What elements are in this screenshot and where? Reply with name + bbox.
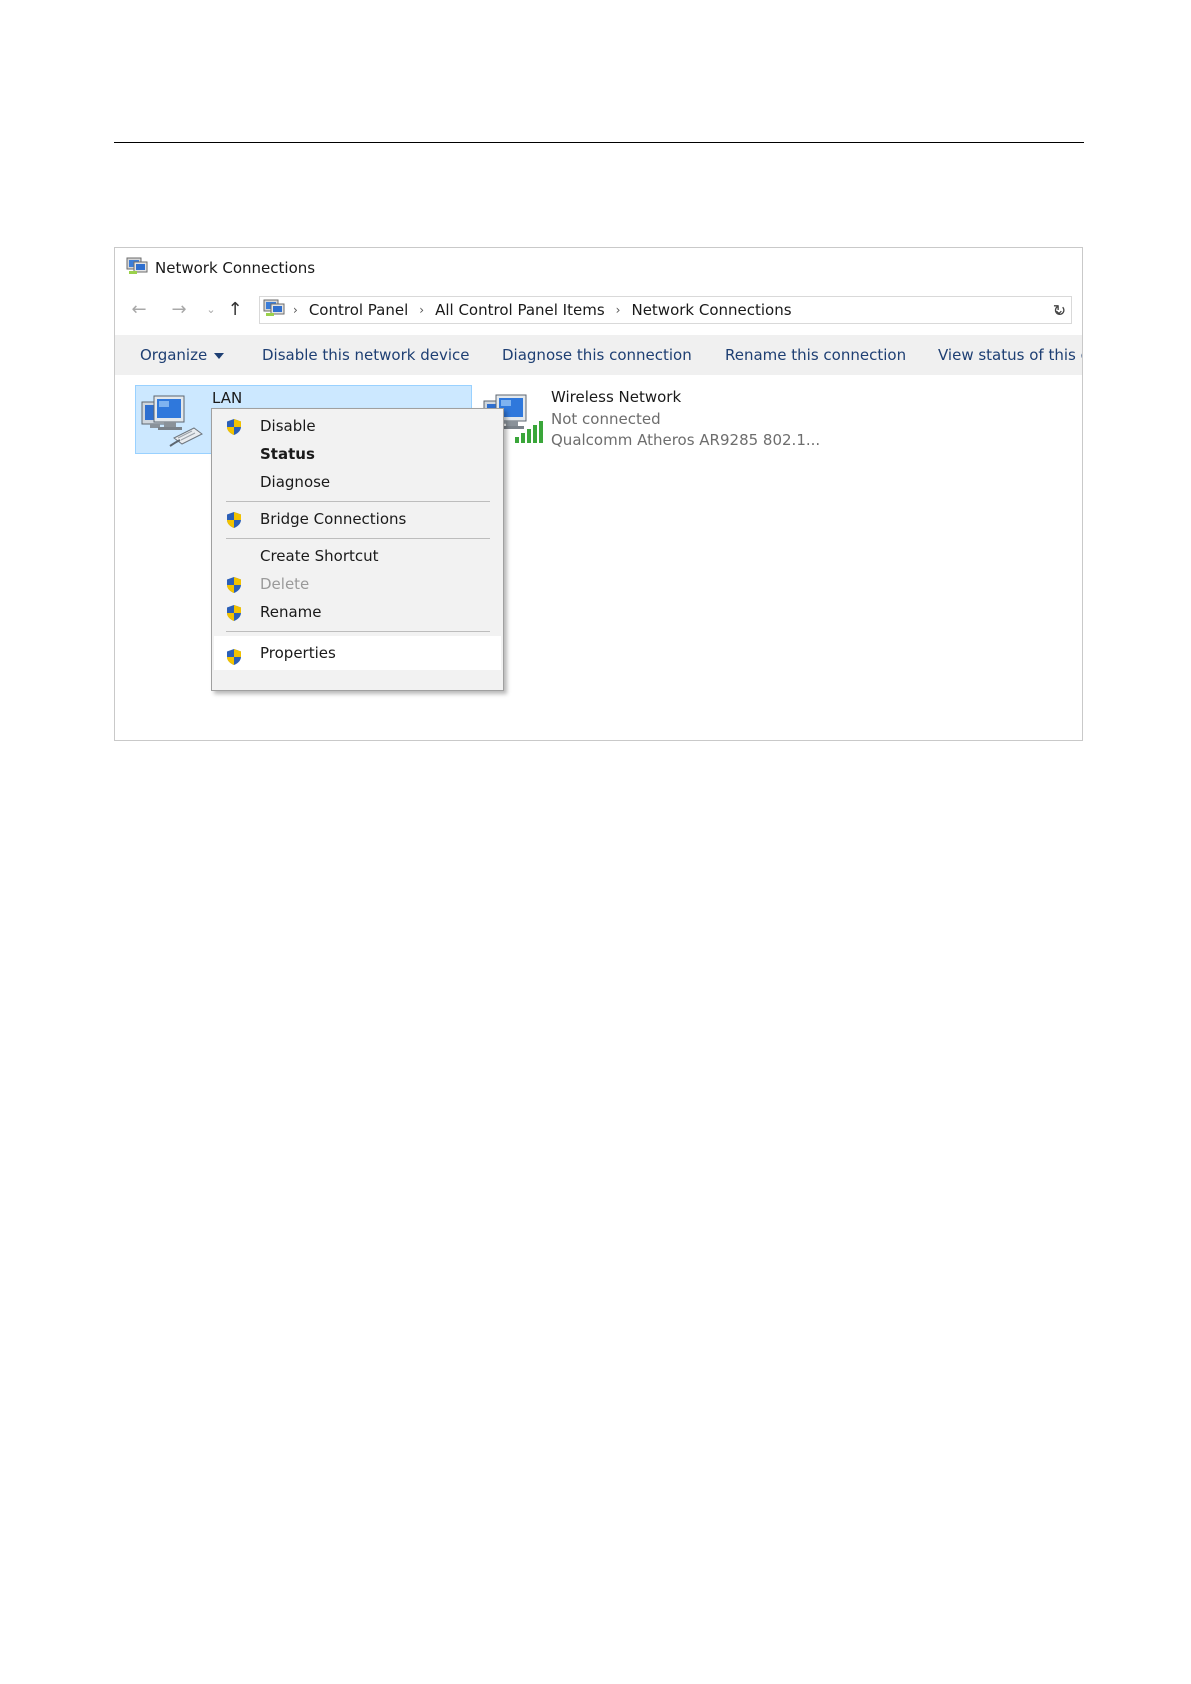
menu-separator: [226, 538, 490, 539]
menu-item-label: Create Shortcut: [260, 547, 379, 565]
diagnose-connection-button[interactable]: Diagnose this connection: [502, 335, 692, 375]
up-button[interactable]: ↑: [223, 297, 247, 321]
connection-item-wireless[interactable]: Wireless Network Not connected Qualcomm …: [482, 385, 820, 454]
menu-item-label: Diagnose: [260, 473, 331, 491]
disable-device-button[interactable]: Disable this network device: [262, 335, 470, 375]
refresh-icon: ↻: [1052, 300, 1067, 320]
window-title: Network Connections: [155, 259, 316, 277]
breadcrumb-separator: ›: [615, 303, 621, 317]
chevron-down-icon: ⌄: [206, 302, 216, 316]
forward-button[interactable]: →: [167, 297, 191, 321]
caret-down-icon: [214, 352, 225, 359]
arrow-right-icon: →: [171, 298, 187, 320]
menu-item-rename[interactable]: Rename: [214, 598, 501, 626]
menu-item-bridge-connections[interactable]: Bridge Connections: [214, 505, 501, 533]
breadcrumb-all-control-panel-items[interactable]: All Control Panel Items: [435, 301, 605, 319]
breadcrumb-control-panel[interactable]: Control Panel: [309, 301, 408, 319]
uac-shield-icon: [225, 510, 243, 538]
menu-item-status[interactable]: Status: [214, 440, 501, 468]
menu-item-label: Delete: [260, 575, 310, 593]
menu-item-label: Rename: [260, 603, 322, 621]
back-button[interactable]: ←: [127, 297, 151, 321]
connection-device: Qualcomm Atheros AR9285 802.1...: [551, 431, 821, 449]
uac-shield-icon: [225, 644, 243, 678]
organize-menu-button[interactable]: Organize: [140, 335, 225, 375]
uac-shield-icon: [225, 603, 243, 631]
menu-separator: [226, 501, 490, 502]
menu-item-properties[interactable]: Properties: [214, 636, 501, 670]
menu-separator: [226, 631, 490, 632]
connections-list: LAN Wireless Network Not connected Qualc…: [115, 375, 1082, 740]
refresh-button[interactable]: ↻: [1048, 296, 1072, 324]
menu-item-label: Disable: [260, 417, 316, 435]
network-connections-icon: [126, 255, 148, 281]
address-row: ← → ⌄ ↑ › Control Panel › All Control Pa…: [115, 288, 1082, 330]
network-connections-window: Network Connections ← → ⌄ ↑ › Control Pa…: [114, 247, 1083, 741]
menu-item-label: Properties: [260, 644, 336, 662]
organize-label: Organize: [140, 346, 208, 364]
control-panel-icon: [263, 297, 285, 323]
breadcrumb-network-connections[interactable]: Network Connections: [631, 301, 791, 319]
connection-name: Wireless Network: [551, 388, 682, 406]
context-menu: Disable Status Diagnose Bridge Connectio…: [211, 408, 504, 691]
rename-connection-button[interactable]: Rename this connection: [725, 335, 906, 375]
menu-item-delete[interactable]: Delete: [214, 570, 501, 598]
breadcrumb-separator: ›: [419, 303, 425, 317]
recent-locations-button[interactable]: ⌄: [199, 297, 223, 321]
arrow-up-icon: ↑: [227, 298, 243, 320]
menu-item-label: Bridge Connections: [260, 510, 407, 528]
menu-item-label: Status: [260, 445, 315, 463]
breadcrumb-separator: ›: [293, 303, 298, 317]
menu-item-diagnose[interactable]: Diagnose: [214, 468, 501, 496]
address-bar[interactable]: › Control Panel › All Control Panel Item…: [259, 296, 1072, 324]
title-bar: Network Connections: [115, 248, 1082, 288]
menu-item-create-shortcut[interactable]: Create Shortcut: [214, 542, 501, 570]
arrow-left-icon: ←: [131, 298, 147, 320]
network-adapter-wired-icon: [140, 388, 206, 456]
command-bar: Organize Disable this network device Dia…: [115, 335, 1082, 375]
connection-name: LAN: [212, 389, 243, 407]
view-status-button[interactable]: View status of this connection: [938, 335, 1082, 375]
page-rule: [114, 142, 1084, 143]
menu-item-disable[interactable]: Disable: [214, 412, 501, 440]
connection-status: Not connected: [551, 410, 661, 428]
